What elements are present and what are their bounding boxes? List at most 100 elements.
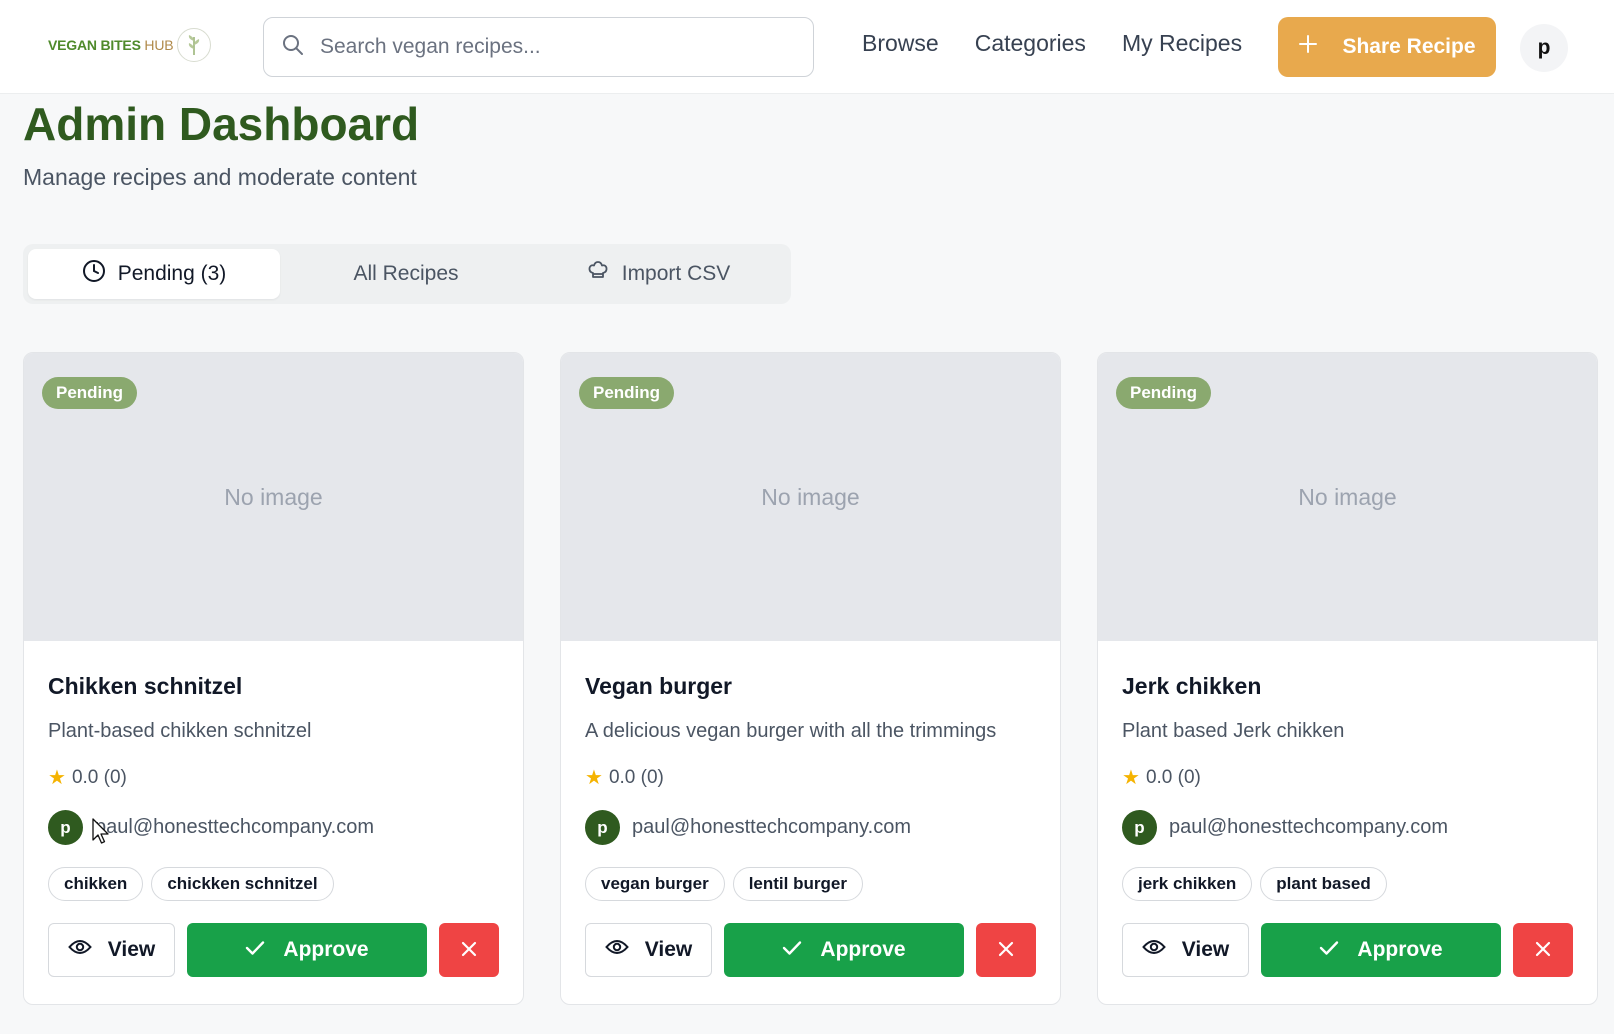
- recipe-card: Pending No image Chikken schnitzel Plant…: [23, 352, 524, 1005]
- author-email: paul@honesttechcompany.com: [1169, 816, 1448, 838]
- check-icon: [782, 938, 802, 962]
- recipe-author: p paul@honesttechcompany.com: [48, 810, 499, 845]
- chef-hat-icon: [586, 259, 610, 289]
- tab-import-csv[interactable]: Import CSV: [532, 249, 784, 299]
- view-label: View: [107, 938, 156, 961]
- mouse-cursor-icon: [92, 818, 110, 851]
- card-actions: View Approve: [48, 923, 499, 977]
- search-box[interactable]: [263, 17, 814, 77]
- approve-label: Approve: [283, 938, 369, 961]
- view-button[interactable]: View: [585, 923, 712, 977]
- page-subtitle: Manage recipes and moderate content: [23, 164, 417, 190]
- recipe-card: Pending No image Vegan burger A deliciou…: [560, 352, 1061, 1005]
- eye-icon: [1141, 938, 1166, 962]
- check-icon: [245, 938, 265, 962]
- approve-label: Approve: [820, 938, 906, 961]
- recipe-author: p paul@honesttechcompany.com: [1122, 810, 1573, 845]
- reject-button[interactable]: [976, 923, 1036, 977]
- page-title: Admin Dashboard: [23, 98, 420, 150]
- author-email: paul@honesttechcompany.com: [95, 816, 374, 838]
- recipe-tags: vegan burger lentil burger: [585, 867, 1036, 901]
- check-icon: [1319, 938, 1339, 962]
- close-icon: [461, 941, 477, 960]
- nav-browse[interactable]: Browse: [862, 30, 939, 57]
- recipe-description: A delicious vegan burger with all the tr…: [585, 720, 997, 742]
- tag: lentil burger: [732, 867, 863, 901]
- logo-brand-text: VEGAN BITES: [48, 37, 141, 53]
- star-icon: ★: [48, 767, 66, 789]
- reject-button[interactable]: [1513, 923, 1573, 977]
- recipe-image-placeholder: Pending No image: [561, 353, 1060, 641]
- recipe-rating: ★ 0.0 (0): [585, 765, 1036, 790]
- tag: plant based: [1260, 867, 1387, 901]
- recipe-tags: jerk chikken plant based: [1122, 867, 1573, 901]
- tab-label: Import CSV: [621, 262, 731, 285]
- tag: chickken schnitzel: [151, 867, 334, 901]
- recipe-title: Vegan burger: [585, 673, 732, 699]
- nav-categories[interactable]: Categories: [975, 30, 1086, 57]
- tag: jerk chikken: [1122, 867, 1253, 901]
- view-label: View: [1181, 938, 1230, 961]
- recipe-description: Plant-based chikken schnitzel: [48, 720, 312, 742]
- recipe-image-placeholder: Pending No image: [1098, 353, 1597, 641]
- clock-icon: [82, 259, 106, 289]
- approve-button[interactable]: Approve: [1261, 923, 1501, 977]
- nav-my-recipes[interactable]: My Recipes: [1122, 30, 1242, 57]
- plus-icon: [1298, 34, 1318, 60]
- approve-button[interactable]: Approve: [187, 923, 427, 977]
- search-input[interactable]: [320, 35, 760, 59]
- card-actions: View Approve: [585, 923, 1036, 977]
- star-icon: ★: [1122, 767, 1140, 789]
- pending-recipes-grid: Pending No image Chikken schnitzel Plant…: [23, 352, 1598, 1005]
- recipe-rating: ★ 0.0 (0): [48, 765, 499, 790]
- approve-button[interactable]: Approve: [724, 923, 964, 977]
- recipe-image-placeholder: Pending No image: [24, 353, 523, 641]
- reject-button[interactable]: [439, 923, 499, 977]
- tab-label: Pending (3): [117, 262, 227, 285]
- no-image-text: No image: [761, 483, 860, 510]
- author-avatar: p: [1122, 810, 1157, 845]
- view-label: View: [644, 938, 693, 961]
- tab-pending[interactable]: Pending (3): [28, 249, 280, 299]
- no-image-text: No image: [1298, 483, 1397, 510]
- star-icon: ★: [585, 767, 603, 789]
- recipe-card: Pending No image Jerk chikken Plant base…: [1097, 352, 1598, 1005]
- rating-text: 0.0 (0): [71, 766, 127, 788]
- main-nav: Browse Categories My Recipes: [862, 30, 1242, 57]
- top-header: VEGAN BITES HUB Browse Categories My Rec…: [0, 0, 1614, 94]
- no-image-text: No image: [224, 483, 323, 510]
- author-avatar: p: [585, 810, 620, 845]
- search-icon: [282, 34, 304, 61]
- status-badge: Pending: [1116, 377, 1212, 409]
- approve-label: Approve: [1357, 938, 1443, 961]
- status-badge: Pending: [579, 377, 675, 409]
- eye-icon: [67, 938, 92, 962]
- close-icon: [998, 941, 1014, 960]
- view-button[interactable]: View: [48, 923, 175, 977]
- eye-icon: [604, 938, 629, 962]
- share-recipe-button[interactable]: Share Recipe: [1278, 17, 1496, 77]
- author-avatar: p: [48, 810, 83, 845]
- admin-tabs: Pending (3) All Recipes Import CSV: [23, 244, 791, 304]
- rating-text: 0.0 (0): [1145, 766, 1201, 788]
- recipe-author: p paul@honesttechcompany.com: [585, 810, 1036, 845]
- card-actions: View Approve: [1122, 923, 1573, 977]
- recipe-description: Plant based Jerk chikken: [1122, 720, 1345, 742]
- author-email: paul@honesttechcompany.com: [632, 816, 911, 838]
- rating-text: 0.0 (0): [608, 766, 664, 788]
- tag: chikken: [48, 867, 144, 901]
- recipe-rating: ★ 0.0 (0): [1122, 765, 1573, 790]
- tab-all-recipes[interactable]: All Recipes: [280, 249, 532, 299]
- recipe-title: Chikken schnitzel: [48, 673, 243, 699]
- recipe-title: Jerk chikken: [1122, 673, 1262, 699]
- view-button[interactable]: View: [1122, 923, 1249, 977]
- leaf-logo-icon: [177, 28, 212, 62]
- user-avatar[interactable]: p: [1520, 24, 1568, 72]
- share-recipe-label: Share Recipe: [1342, 35, 1476, 58]
- logo-brand-tail: HUB: [144, 37, 174, 53]
- site-logo[interactable]: VEGAN BITES HUB: [48, 28, 212, 62]
- close-icon: [1535, 941, 1551, 960]
- status-badge: Pending: [42, 377, 138, 409]
- tab-label: All Recipes: [353, 262, 459, 285]
- tag: vegan burger: [585, 867, 725, 901]
